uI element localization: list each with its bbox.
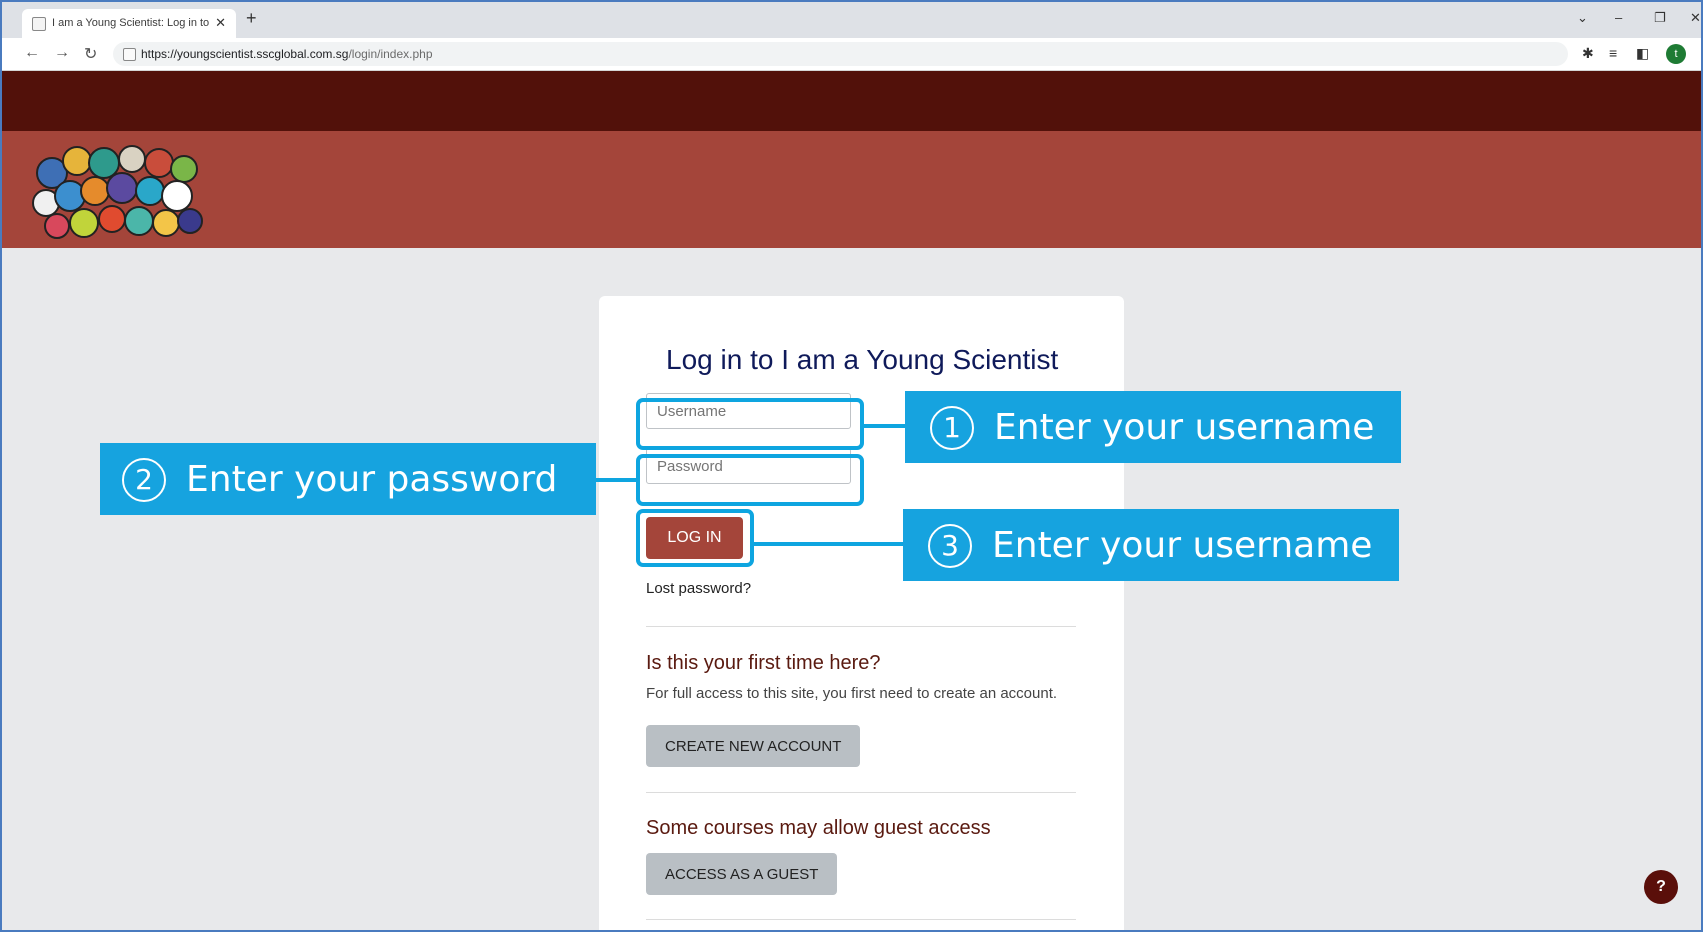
access-as-guest-button[interactable]: ACCESS AS A GUEST bbox=[646, 853, 838, 895]
first-time-heading: Is this your first time here? bbox=[646, 652, 881, 674]
site-info-icon[interactable] bbox=[123, 48, 136, 61]
reload-icon[interactable]: ↻ bbox=[84, 44, 97, 64]
browser-tab[interactable]: I am a Young Scientist: Log in to ✕ bbox=[22, 9, 236, 38]
url-field[interactable]: https://youngscientist.sscglobal.com.sg/… bbox=[113, 42, 1568, 66]
extensions-puzzle-icon[interactable]: ✱ bbox=[1582, 45, 1594, 62]
tab-bar: I am a Young Scientist: Log in to ✕ + ⌄ … bbox=[2, 2, 1701, 38]
tab-search-icon[interactable]: ⌄ bbox=[1577, 10, 1588, 26]
guest-access-heading: Some courses may allow guest access bbox=[646, 817, 991, 839]
first-time-description: For full access to this site, you first … bbox=[646, 685, 1058, 702]
url-text: https://youngscientist.sscglobal.com.sg/… bbox=[141, 47, 433, 61]
browser-window: I am a Young Scientist: Log in to ✕ + ⌄ … bbox=[0, 0, 1703, 932]
divider bbox=[646, 626, 1076, 627]
callout-text: Enter your username bbox=[994, 407, 1375, 448]
callout-text: Enter your username bbox=[992, 525, 1373, 566]
restore-icon[interactable]: ❐ bbox=[1654, 10, 1666, 26]
back-arrow-icon[interactable]: ← bbox=[24, 44, 40, 62]
username-highlight bbox=[636, 398, 864, 450]
site-logo[interactable] bbox=[32, 141, 207, 241]
close-tab-icon[interactable]: ✕ bbox=[215, 15, 226, 31]
site-top-navbar bbox=[2, 71, 1701, 131]
site-banner bbox=[2, 131, 1701, 248]
reading-list-icon[interactable]: ≡ bbox=[1609, 45, 1617, 61]
callout-step-1: 1 Enter your username bbox=[905, 391, 1401, 463]
divider bbox=[646, 919, 1076, 920]
side-panel-icon[interactable]: ◧ bbox=[1636, 45, 1649, 62]
address-bar: ← → ↻ https://youngscientist.sscglobal.c… bbox=[2, 38, 1701, 71]
close-window-icon[interactable]: ✕ bbox=[1690, 10, 1701, 26]
callout-step-3: 3 Enter your username bbox=[903, 509, 1399, 581]
password-highlight bbox=[636, 454, 864, 506]
step-number-badge: 3 bbox=[928, 524, 972, 568]
callout-connector bbox=[754, 542, 904, 546]
help-button[interactable]: ? bbox=[1644, 870, 1678, 904]
step-number-badge: 1 bbox=[930, 406, 974, 450]
forward-arrow-icon[interactable]: → bbox=[54, 44, 70, 62]
login-button-highlight bbox=[636, 509, 754, 567]
site-favicon-icon bbox=[32, 17, 46, 31]
step-number-badge: 2 bbox=[122, 458, 166, 502]
callout-connector bbox=[596, 478, 636, 482]
new-tab-button[interactable]: + bbox=[246, 8, 257, 29]
create-new-account-button[interactable]: CREATE NEW ACCOUNT bbox=[646, 725, 861, 767]
login-heading: Log in to I am a Young Scientist bbox=[666, 344, 1059, 375]
profile-avatar[interactable]: t bbox=[1666, 44, 1686, 64]
divider bbox=[646, 792, 1076, 793]
tab-title: I am a Young Scientist: Log in to bbox=[52, 17, 210, 29]
lost-password-link[interactable]: Lost password? bbox=[646, 580, 751, 597]
callout-text: Enter your password bbox=[186, 459, 558, 500]
callout-step-2: 2 Enter your password bbox=[100, 443, 596, 515]
minimize-icon[interactable]: – bbox=[1615, 10, 1622, 25]
callout-connector bbox=[864, 424, 907, 428]
